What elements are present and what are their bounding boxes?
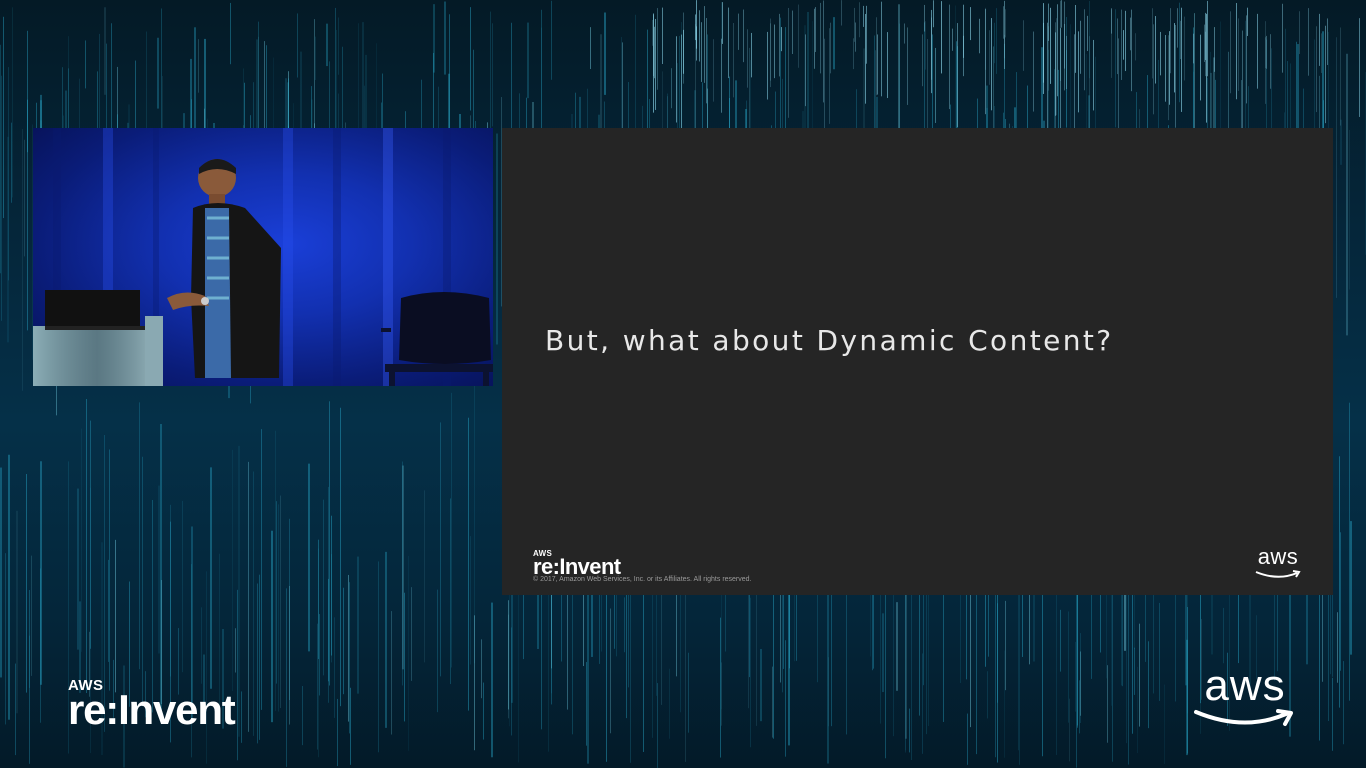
slide-heading: But, what about Dynamic Content? — [545, 324, 1114, 357]
aws-smile-icon — [1255, 570, 1301, 578]
speaker-video — [33, 128, 493, 386]
event-reinvent-logo: AWS re:Invent — [68, 678, 236, 733]
aws-logo: aws — [1192, 664, 1298, 730]
slide-aws-text: aws — [1257, 544, 1299, 569]
presentation-slide: But, what about Dynamic Content? AWS re:… — [502, 128, 1333, 595]
speaker-video-scene — [33, 128, 493, 386]
slide-logo-reinvent-text: re:Invent — [533, 554, 621, 579]
slide-reinvent-logo: AWS re:Invent — [533, 550, 621, 578]
event-logo-reinvent-text: re:Invent — [68, 686, 236, 733]
aws-smile-icon — [1194, 709, 1293, 726]
speaker — [167, 159, 281, 378]
chair — [381, 292, 493, 386]
aws-logo-text: aws — [1204, 661, 1286, 710]
stage: But, what about Dynamic Content? AWS re:… — [0, 0, 1366, 768]
slide-copyright: © 2017, Amazon Web Services, Inc. or its… — [533, 576, 752, 583]
slide-aws-logo: aws — [1253, 546, 1303, 580]
